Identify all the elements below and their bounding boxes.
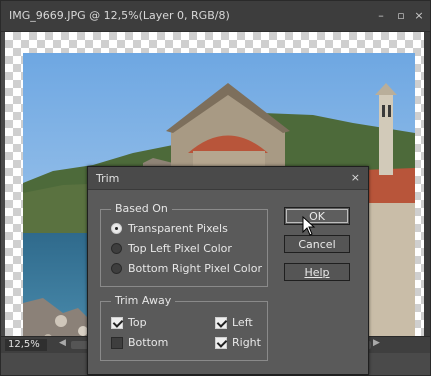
checkbox-label: Top	[128, 316, 147, 329]
trim-away-label: Trim Away	[111, 294, 176, 308]
radio-top-left-pixel-color[interactable]: Top Left Pixel Color	[111, 242, 232, 255]
vertical-scrollbar[interactable]	[424, 32, 430, 336]
radio-label: Transparent Pixels	[128, 222, 228, 235]
restore-icon[interactable]: ▫	[394, 9, 408, 23]
mouse-pointer-icon	[302, 216, 316, 236]
checkbox-label: Bottom	[128, 336, 169, 349]
zoom-level[interactable]: 12,5%	[5, 339, 47, 351]
checkbox-right[interactable]: Right	[215, 336, 261, 349]
help-label: Help	[304, 266, 330, 279]
dialog-title-bar[interactable]: Trim ×	[88, 167, 368, 190]
radio-button[interactable]	[111, 243, 122, 254]
based-on-group: Based On Transparent Pixels Top Left Pix…	[100, 202, 268, 287]
checkbox-label: Right	[232, 336, 261, 349]
radio-button[interactable]	[111, 223, 122, 234]
checkbox-left[interactable]: Left	[215, 316, 253, 329]
window-title-bar[interactable]: IMG_9669.JPG @ 12,5%(Layer 0, RGB/8) – ▫…	[1, 1, 430, 32]
window-title: IMG_9669.JPG @ 12,5%(Layer 0, RGB/8)	[9, 9, 230, 22]
radio-transparent-pixels[interactable]: Transparent Pixels	[111, 222, 228, 235]
close-icon[interactable]: ×	[412, 9, 426, 23]
checkbox[interactable]	[111, 316, 123, 329]
checkbox[interactable]	[215, 336, 227, 349]
cancel-button[interactable]: Cancel	[284, 235, 350, 253]
based-on-label: Based On	[111, 202, 172, 216]
scroll-left-icon[interactable]: ◀	[59, 338, 66, 348]
dialog-title: Trim	[96, 172, 120, 185]
dialog-close-icon[interactable]: ×	[351, 171, 360, 184]
checkbox-bottom[interactable]: Bottom	[111, 336, 168, 349]
help-button[interactable]: Help	[284, 263, 350, 281]
checkbox-label: Left	[232, 316, 253, 329]
checkbox[interactable]	[111, 336, 123, 349]
trim-away-group: Trim Away Top Bottom Left Right	[100, 294, 268, 361]
radio-bottom-right-pixel-color[interactable]: Bottom Right Pixel Color	[111, 262, 262, 275]
minimize-icon[interactable]: –	[374, 9, 388, 23]
scroll-right-icon[interactable]: ▶	[373, 338, 380, 348]
radio-label: Top Left Pixel Color	[128, 242, 232, 255]
radio-label: Bottom Right Pixel Color	[128, 262, 262, 275]
ok-button[interactable]: OK	[284, 207, 350, 225]
checkbox-top[interactable]: Top	[111, 316, 147, 329]
trim-dialog: Trim × Based On Transparent Pixels Top L…	[87, 166, 369, 375]
radio-button[interactable]	[111, 263, 122, 274]
checkbox[interactable]	[215, 316, 227, 329]
